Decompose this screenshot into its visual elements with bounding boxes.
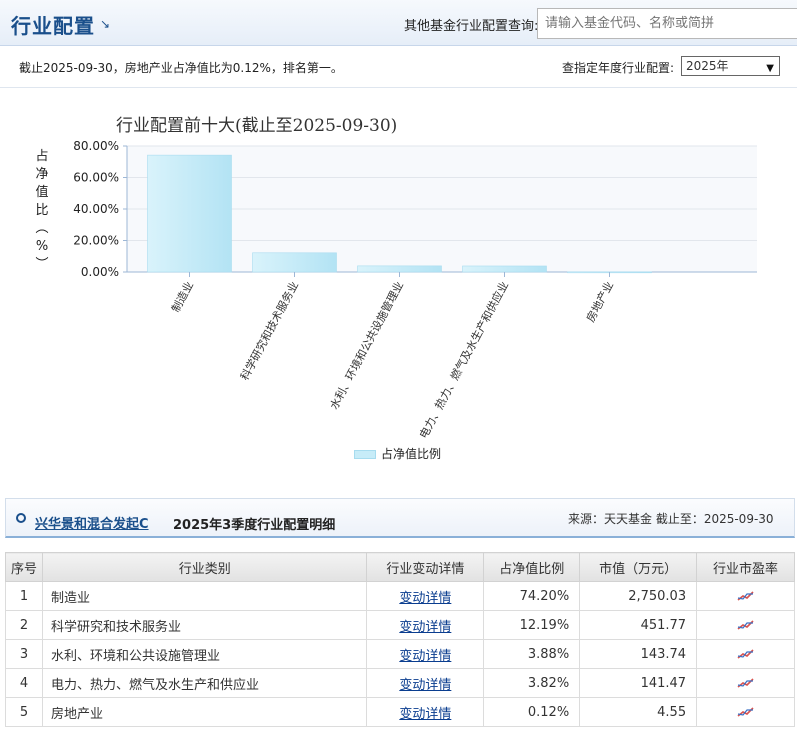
row-industry-cell: 房地产业 (41, 697, 368, 727)
year-select-value: 2025年 (686, 59, 729, 73)
trend-line-icon[interactable] (737, 589, 755, 603)
row-index-cell: 3 (5, 639, 43, 669)
col-header-industry[interactable]: 行业类别 (41, 552, 368, 582)
col-header-ratio[interactable]: 占净值比例 (483, 552, 581, 582)
x-tick-label: 科学研究和技术服务业 (237, 279, 301, 383)
row-pe-cell (696, 697, 795, 727)
row-market-value-cell: 2,750.03 (579, 581, 698, 611)
row-market-value-cell: 451.77 (579, 610, 698, 640)
year-select[interactable]: 2025年 ▼ (681, 56, 780, 76)
change-detail-link[interactable]: 变动详情 (399, 707, 451, 722)
y-tick-label: 80.00% (73, 139, 119, 153)
summary-text: 截止2025-09-30，房地产业占净值比为0.12%，排名第一。 (19, 61, 343, 75)
row-index-cell: 2 (5, 610, 43, 640)
row-pe-cell (696, 610, 795, 640)
row-index-cell: 1 (5, 581, 43, 611)
row-industry-cell: 水利、环境和公共设施管理业 (41, 639, 368, 669)
row-change-link-cell: 变动详情 (366, 610, 485, 640)
row-change-link-cell: 变动详情 (366, 639, 485, 669)
detail-section-header: 兴华景和混合发起C 2025年3季度行业配置明细 来源：天天基金 截止至：202… (5, 498, 795, 538)
trend-line-icon[interactable] (737, 676, 755, 690)
bar (252, 252, 337, 273)
table-header-row: 序号 行业类别 行业变动详情 占净值比例 市值（万元） 行业市盈率 (5, 552, 795, 582)
detail-title: 2025年3季度行业配置明细 (173, 518, 336, 533)
bar (462, 265, 547, 273)
x-tick-label: 房地产业 (583, 279, 616, 324)
x-tick-label: 水利、环境和公共设施管理业 (327, 279, 406, 412)
change-detail-link[interactable]: 变动详情 (399, 620, 451, 635)
circle-bullet-icon (16, 513, 26, 523)
page-title: 行业配置 (11, 14, 95, 38)
trend-line-icon[interactable] (737, 618, 755, 632)
y-tick-label: 20.00% (73, 234, 119, 248)
row-change-link-cell: 变动详情 (366, 668, 485, 698)
bar (147, 154, 232, 273)
col-header-market-value[interactable]: 市值（万元） (579, 552, 698, 582)
fund-name-link[interactable]: 兴华景和混合发起C (35, 513, 149, 532)
y-tick-label: 60.00% (73, 171, 119, 185)
x-tick-label: 制造业 (168, 279, 196, 315)
row-market-value-cell: 141.47 (579, 668, 698, 698)
table-row: 5 房地产业 变动详情 0.12% 4.55 (5, 697, 795, 727)
row-market-value-cell: 4.55 (579, 697, 698, 727)
col-header-index[interactable]: 序号 (5, 552, 43, 582)
row-index-cell: 4 (5, 668, 43, 698)
table-row: 3 水利、环境和公共设施管理业 变动详情 3.88% 143.74 (5, 639, 795, 669)
industry-bar-chart: 80.00% 60.00% 40.00% 20.00% 0.00% 制造业 科学研究和技术服… (73, 139, 757, 440)
row-change-link-cell: 变动详情 (366, 697, 485, 727)
trend-line-icon[interactable] (737, 647, 755, 661)
arrow-down-right-icon[interactable]: ↘ (100, 17, 110, 31)
x-tick-label: 电力、热力、燃气及水生产和供应业 (416, 279, 511, 440)
row-ratio-cell: 3.82% (483, 668, 581, 698)
y-tick-label: 0.00% (81, 265, 119, 279)
row-index-cell: 5 (5, 697, 43, 727)
row-industry-cell: 电力、热力、燃气及水生产和供应业 (41, 668, 368, 698)
col-header-change[interactable]: 行业变动详情 (366, 552, 485, 582)
trend-line-icon[interactable] (737, 705, 755, 719)
chevron-down-icon: ▼ (766, 63, 774, 74)
row-ratio-cell: 0.12% (483, 697, 581, 727)
change-detail-link[interactable]: 变动详情 (399, 591, 451, 606)
row-change-link-cell: 变动详情 (366, 581, 485, 611)
source-info: 来源：天天基金 截止至：2025-09-30 (568, 512, 774, 526)
row-ratio-cell: 74.20% (483, 581, 581, 611)
row-industry-cell: 科学研究和技术服务业 (41, 610, 368, 640)
table-row: 1 制造业 变动详情 74.20% 2,750.03 (5, 581, 795, 611)
fund-search-input[interactable] (537, 8, 797, 39)
row-pe-cell (696, 639, 795, 669)
col-header-pe[interactable]: 行业市盈率 (696, 552, 795, 582)
industry-table: 序号 行业类别 行业变动详情 占净值比例 市值（万元） 行业市盈率 1 制造业变动… (5, 552, 795, 727)
row-market-value-cell: 143.74 (579, 639, 698, 669)
y-tick-label: 40.00% (73, 202, 119, 216)
row-ratio-cell: 3.88% (483, 639, 581, 669)
divider (0, 87, 797, 88)
chart-legend[interactable]: 占净值比例 (354, 445, 441, 462)
legend-label: 占净值比例 (381, 447, 442, 461)
change-detail-link[interactable]: 变动详情 (399, 678, 451, 693)
year-select-label: 查指定年度行业配置: (562, 61, 675, 75)
bar (357, 265, 442, 273)
legend-swatch (354, 450, 376, 459)
row-pe-cell (696, 581, 795, 611)
row-pe-cell (696, 668, 795, 698)
row-ratio-cell: 12.19% (483, 610, 581, 640)
table-row: 4 电力、热力、燃气及水生产和供应业 变动详情 3.82% 141.47 (5, 668, 795, 698)
fund-query-label: 其他基金行业配置查询: (404, 19, 539, 34)
table-row: 2 科学研究和技术服务业 变动详情 12.19% 451.77 (5, 610, 795, 640)
page-header: 行业配置 ↘ 其他基金行业配置查询: (0, 0, 797, 46)
change-detail-link[interactable]: 变动详情 (399, 649, 451, 664)
row-industry-cell: 制造业 (41, 581, 368, 611)
